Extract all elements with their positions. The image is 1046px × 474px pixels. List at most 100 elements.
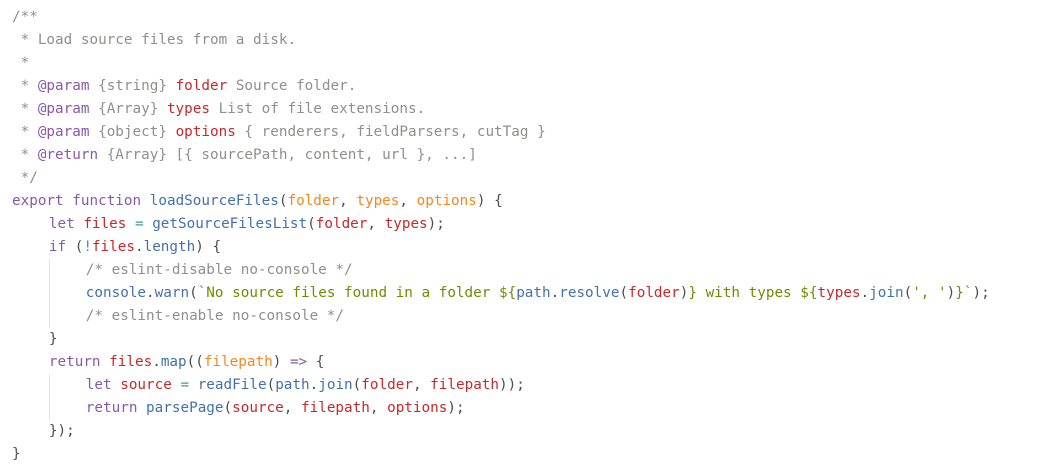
code-token-punctuation: )); (499, 377, 525, 393)
code-token-comment: List of file extensions. (210, 101, 426, 117)
code-token-comment: * (12, 78, 38, 94)
indent-guide (12, 282, 49, 305)
code-line: * (12, 52, 990, 75)
code-token-string: } (688, 285, 697, 301)
code-token-function: console (85, 285, 147, 301)
code-token-param: folder (175, 78, 228, 94)
code-token-comment: * (12, 124, 38, 140)
code-token-punctuation: , (412, 377, 431, 393)
code-token-variable: filepath (430, 377, 500, 393)
code-line: /* eslint-disable no-console */ (12, 259, 990, 282)
code-token-tag: @param (37, 78, 90, 94)
code-line: }); (12, 420, 990, 443)
code-token-punctuation: ); (447, 400, 465, 416)
code-token-param: types (166, 101, 210, 117)
code-token-operator: ! (83, 239, 92, 255)
code-token-punctuation (126, 216, 135, 232)
code-token-punctuation: , (283, 400, 301, 416)
indent-guide (12, 397, 49, 420)
code-token-comment: /* eslint-disable no-console */ (85, 262, 353, 278)
code-token-parameter: types (356, 193, 400, 209)
code-token-punctuation: ( (266, 377, 276, 393)
code-token-comment: /* eslint-enable no-console */ (85, 308, 345, 324)
code-token-string: ${ (498, 285, 517, 301)
code-token-function: path (516, 285, 551, 301)
code-token-punctuation: ) (946, 285, 956, 301)
code-token-comment: Source folder. (227, 78, 357, 94)
code-token-keyword: export (12, 193, 64, 209)
code-token-punctuation (144, 216, 153, 232)
code-token-parameter: options (416, 193, 477, 209)
code-token-punctuation: } (12, 446, 21, 462)
indent-guide (12, 236, 49, 259)
code-token-keyword: let (85, 377, 112, 393)
code-token-punctuation: . (309, 377, 319, 393)
code-token-punctuation (189, 377, 198, 393)
code-token-comment: {string} (89, 78, 176, 94)
code-token-keyword: => (289, 354, 308, 370)
code-token-variable: source (120, 377, 172, 393)
indent-guide (12, 420, 49, 443)
code-token-variable: files (109, 354, 153, 370)
code-token-comment: {Array} [{ sourcePath, content, url }, .… (98, 147, 477, 163)
indent-guide (48, 259, 86, 282)
code-token-comment: {Array} (89, 101, 167, 117)
code-token-keyword: function (72, 193, 142, 209)
code-token-comment: * (12, 55, 30, 71)
code-line: * @param {Array} types List of file exte… (12, 98, 990, 121)
code-token-variable: files (91, 239, 135, 255)
code-token-punctuation (101, 354, 110, 370)
code-token-tag: @param (37, 101, 90, 117)
code-token-punctuation (64, 193, 73, 209)
indent-guide (12, 351, 49, 374)
code-token-punctuation: ) { (476, 193, 503, 209)
code-token-comment: { renderers, fieldParsers, cutTag } (235, 124, 546, 140)
code-token-punctuation: ( (352, 377, 362, 393)
code-token-string: ${ (800, 285, 818, 301)
code-token-function: join (318, 377, 353, 393)
code-line: } (12, 443, 990, 466)
code-line: return files.map((filepath) => { (12, 351, 990, 374)
code-token-punctuation: , (369, 400, 388, 416)
code-token-parameter: filepath (203, 354, 273, 370)
code-line: /** (12, 6, 990, 29)
code-token-punctuation: ( (619, 285, 629, 301)
code-token-punctuation: , (339, 193, 357, 209)
code-token-comment: /** (12, 9, 38, 25)
code-token-comment: {object} (89, 124, 176, 140)
code-token-function: length (143, 239, 196, 255)
code-line: * @param {object} options { renderers, f… (12, 121, 990, 144)
code-token-function: parsePage (146, 400, 224, 416)
code-token-function: resolve (559, 285, 620, 301)
code-token-string: ', ' (912, 285, 947, 301)
code-token-punctuation: } (48, 331, 58, 347)
code-token-comment: * Load source files from a disk. (12, 32, 297, 48)
code-token-punctuation: ( (66, 239, 84, 255)
code-token-punctuation: (( (186, 354, 204, 370)
code-token-function: join (869, 285, 904, 301)
code-line: } (12, 328, 990, 351)
code-token-punctuation: ); (427, 216, 445, 232)
indent-guide (48, 397, 86, 420)
code-line: return parsePage(source, filepath, optio… (12, 397, 990, 420)
code-token-punctuation: ( (223, 400, 233, 416)
code-token-punctuation (141, 193, 150, 209)
code-token-punctuation (137, 400, 146, 416)
code-token-variable: folder (361, 377, 413, 393)
code-line: if (!files.length) { (12, 236, 990, 259)
code-token-function: map (160, 354, 187, 370)
code-line: * @param {string} folder Source folder. (12, 75, 990, 98)
code-line: * Load source files from a disk. (12, 29, 990, 52)
code-token-function: loadSourceFiles (149, 193, 279, 209)
code-token-variable: types (817, 285, 861, 301)
code-line: * @return {Array} [{ sourcePath, content… (12, 144, 990, 167)
code-token-keyword: let (48, 216, 75, 232)
code-token-comment: * (12, 101, 38, 117)
code-token-variable: files (83, 216, 127, 232)
code-token-function: getSourceFilesList (152, 216, 308, 232)
code-token-punctuation: . (146, 285, 155, 301)
code-token-punctuation: { (307, 354, 325, 370)
code-token-punctuation: . (152, 354, 161, 370)
code-editor[interactable]: /** * Load source files from a disk. * *… (12, 6, 990, 466)
code-token-punctuation: ( (307, 216, 316, 232)
